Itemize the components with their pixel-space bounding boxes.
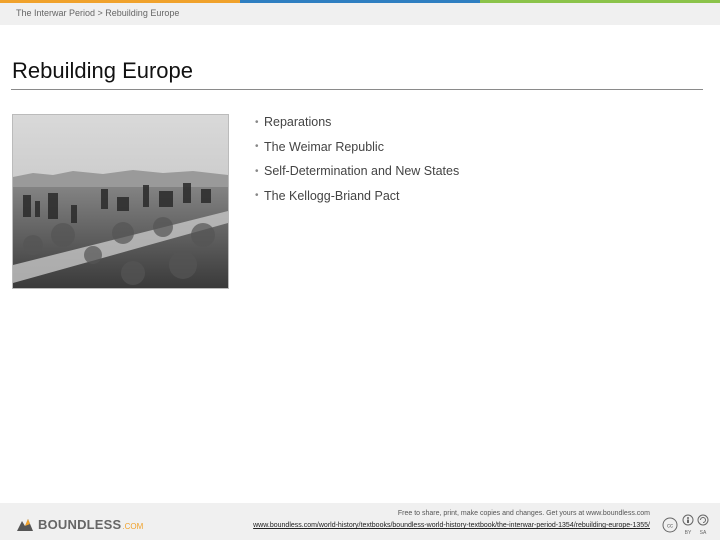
list-item: • Reparations xyxy=(255,110,459,135)
photo-illustration xyxy=(13,115,228,288)
war-ruins-photo xyxy=(12,114,229,289)
topic-link-kellogg-briand[interactable]: The Kellogg-Briand Pact xyxy=(264,189,400,203)
sa-label: SA xyxy=(700,530,707,536)
bullet-icon: • xyxy=(255,141,259,153)
breadcrumb: The Interwar Period > Rebuilding Europe xyxy=(16,8,180,18)
by-label: BY xyxy=(685,530,692,536)
title-divider xyxy=(11,89,703,90)
breadcrumb-bar: The Interwar Period > Rebuilding Europe xyxy=(0,3,720,25)
list-item: • Self-Determination and New States xyxy=(255,159,459,184)
source-link[interactable]: www.boundless.com/world-history/textbook… xyxy=(253,522,650,529)
boundless-logo-icon xyxy=(17,518,33,531)
page-title: Rebuilding Europe xyxy=(12,58,194,83)
logo-name: BOUNDLESS xyxy=(38,517,122,532)
license-text: Free to share, print, make copies and ch… xyxy=(397,510,650,517)
topic-link-self-determination[interactable]: Self-Determination and New States xyxy=(264,164,459,178)
topic-list: • Reparations • The Weimar Republic • Self-… xyxy=(255,110,459,208)
cc-icon: cc BY SA xyxy=(662,514,709,536)
topic-link-reparations[interactable]: Reparations xyxy=(264,115,331,129)
bullet-icon: • xyxy=(255,190,259,202)
boundless-logo[interactable]: BOUNDLESS .COM xyxy=(16,517,143,532)
svg-text:cc: cc xyxy=(667,524,673,530)
topic-link-weimar[interactable]: The Weimar Republic xyxy=(264,140,384,154)
list-item: • The Weimar Republic xyxy=(255,135,459,160)
creative-commons-badge[interactable]: cc BY SA xyxy=(662,513,710,537)
list-item: • The Kellogg-Briand Pact xyxy=(255,184,459,209)
logo-domain: .COM xyxy=(122,521,144,531)
bullet-icon: • xyxy=(255,116,259,128)
sa-icon xyxy=(697,514,709,526)
footer: BOUNDLESS .COM Free to share, print, mak… xyxy=(0,503,720,540)
bullet-icon: • xyxy=(255,165,259,177)
